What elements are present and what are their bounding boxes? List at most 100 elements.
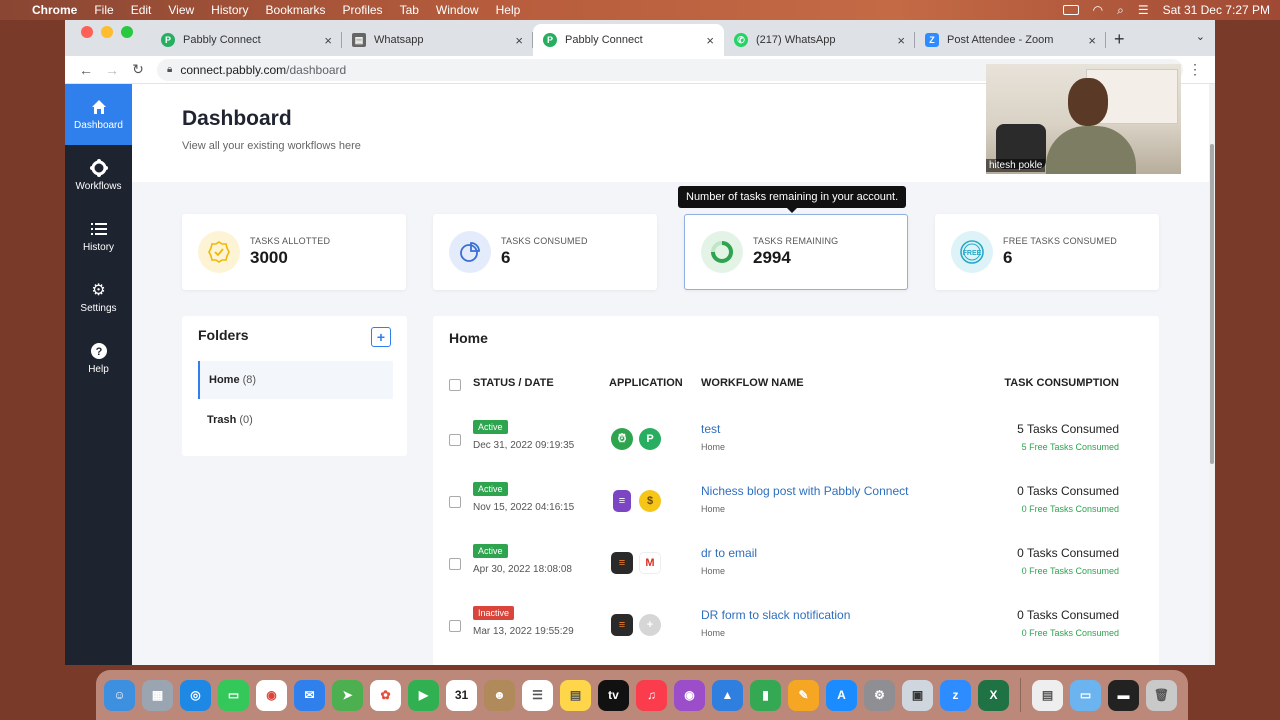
folder-item-trash[interactable]: Trash (0) bbox=[198, 401, 393, 439]
close-icon[interactable]: × bbox=[515, 33, 523, 48]
workflow-name-link[interactable]: Nichess blog post with Pabbly Connect bbox=[701, 484, 908, 498]
row-date: Apr 30, 2022 18:08:08 bbox=[473, 564, 572, 575]
page-scrollbar[interactable] bbox=[1209, 84, 1215, 665]
calendar-icon[interactable]: 31 bbox=[446, 679, 477, 711]
stat-card-tasks-remaining[interactable]: TASKS REMAINING 2994 bbox=[684, 214, 908, 290]
app-store-icon[interactable]: A bbox=[826, 679, 857, 711]
notes-icon[interactable]: ▤ bbox=[560, 679, 591, 711]
browser-window: P Pabbly Connect × ▤ Whatsapp × P Pabbly… bbox=[65, 20, 1215, 665]
browser-tab-pabbly-1[interactable]: P Pabbly Connect × bbox=[151, 24, 342, 56]
downloads-stack-icon[interactable]: ▤ bbox=[1032, 679, 1063, 711]
column-task-consumption: TASK CONSUMPTION bbox=[1004, 377, 1119, 389]
whatsapp-doc-icon: ▤ bbox=[352, 33, 366, 47]
browser-tab-whatsapp-doc[interactable]: ▤ Whatsapp × bbox=[342, 24, 533, 56]
maps-icon[interactable]: ➤ bbox=[332, 679, 363, 711]
finder-icon[interactable]: ☺ bbox=[104, 679, 135, 711]
system-preferences-icon[interactable]: ⚙ bbox=[864, 679, 895, 711]
minimize-window-button[interactable] bbox=[101, 26, 113, 38]
browser-tab-pabbly-active[interactable]: P Pabbly Connect × bbox=[533, 24, 724, 56]
status-badge: Active bbox=[473, 544, 508, 558]
screenshot-stack-icon[interactable]: ▬ bbox=[1108, 679, 1139, 711]
menu-clock[interactable]: Sat 31 Dec 7:27 PM bbox=[1163, 3, 1270, 17]
messages-icon[interactable]: ▭ bbox=[218, 679, 249, 711]
close-icon[interactable]: × bbox=[706, 33, 714, 48]
back-button[interactable]: ← bbox=[73, 62, 99, 78]
menu-help[interactable]: Help bbox=[496, 3, 521, 17]
menu-window[interactable]: Window bbox=[436, 3, 479, 17]
column-status-date: STATUS / DATE bbox=[473, 377, 554, 389]
svg-text:FREE: FREE bbox=[963, 250, 982, 257]
tab-title: Whatsapp bbox=[374, 34, 424, 46]
sidebar-item-history[interactable]: History bbox=[65, 206, 132, 267]
new-tab-button[interactable]: + bbox=[1106, 29, 1125, 56]
free-tasks-consumed: 0 Free Tasks Consumed bbox=[1021, 504, 1119, 514]
scrollbar-thumb[interactable] bbox=[1210, 144, 1214, 464]
podcasts-icon[interactable]: ◉ bbox=[674, 679, 705, 711]
row-checkbox[interactable] bbox=[449, 496, 461, 508]
browser-tab-zoom[interactable]: Z Post Attendee - Zoom × bbox=[915, 24, 1106, 56]
launchpad-icon[interactable]: ▦ bbox=[142, 679, 173, 711]
folder-item-home[interactable]: Home (8) bbox=[198, 361, 393, 399]
mail-icon[interactable]: ✉ bbox=[294, 679, 325, 711]
menu-profiles[interactable]: Profiles bbox=[343, 3, 383, 17]
chevron-down-icon[interactable]: ⌄ bbox=[1196, 30, 1205, 43]
keynote-icon[interactable]: ▲ bbox=[712, 679, 743, 711]
menu-edit[interactable]: Edit bbox=[131, 3, 152, 17]
pabbly-icon: P bbox=[543, 33, 557, 47]
apple-tv-icon[interactable]: tv bbox=[598, 679, 629, 711]
menu-view[interactable]: View bbox=[168, 3, 194, 17]
zoom-icon[interactable]: z bbox=[940, 679, 971, 711]
sidebar-item-label: Settings bbox=[80, 303, 117, 314]
close-window-button[interactable] bbox=[81, 26, 93, 38]
pabbly-icon: P bbox=[161, 33, 175, 47]
row-checkbox[interactable] bbox=[449, 558, 461, 570]
workflow-name-link[interactable]: dr to email bbox=[701, 546, 757, 560]
folder-icon[interactable]: ▭ bbox=[1070, 679, 1101, 711]
maximize-window-button[interactable] bbox=[121, 26, 133, 38]
reload-button[interactable]: ↻ bbox=[125, 61, 151, 78]
menu-app-name[interactable]: Chrome bbox=[32, 3, 77, 17]
menu-tab[interactable]: Tab bbox=[400, 3, 419, 17]
workflow-name-link[interactable]: test bbox=[701, 422, 720, 436]
excel-icon[interactable]: X bbox=[978, 679, 1009, 711]
sidebar-item-help[interactable]: ? Help bbox=[65, 328, 132, 389]
menu-file[interactable]: File bbox=[94, 3, 113, 17]
forward-button[interactable]: → bbox=[99, 62, 125, 78]
close-icon[interactable]: × bbox=[897, 33, 905, 48]
menu-history[interactable]: History bbox=[211, 3, 248, 17]
photos-icon[interactable]: ✿ bbox=[370, 679, 401, 711]
reminders-icon[interactable]: ☰ bbox=[522, 679, 553, 711]
close-icon[interactable]: × bbox=[324, 33, 332, 48]
search-icon[interactable]: ⌕ bbox=[1117, 3, 1124, 18]
preview-icon[interactable]: ▣ bbox=[902, 679, 933, 711]
workflows-icon bbox=[89, 159, 108, 177]
chrome-icon[interactable]: ◉ bbox=[256, 679, 287, 711]
alarm-clock-icon: ⏰︎ bbox=[611, 428, 633, 450]
music-icon[interactable]: ♫ bbox=[636, 679, 667, 711]
select-all-checkbox[interactable] bbox=[449, 379, 461, 391]
free-tasks-consumed: 5 Free Tasks Consumed bbox=[1021, 442, 1119, 452]
app-sidebar: Dashboard Workflows History ⚙ Settings ?… bbox=[65, 84, 132, 665]
trash-icon[interactable]: 🗑︎ bbox=[1146, 679, 1177, 711]
numbers-icon[interactable]: ▮ bbox=[750, 679, 781, 711]
sidebar-item-dashboard[interactable]: Dashboard bbox=[65, 84, 132, 145]
workflow-name-link[interactable]: DR form to slack notification bbox=[701, 608, 850, 622]
add-folder-button[interactable]: + bbox=[371, 327, 391, 347]
contacts-icon[interactable]: ☻ bbox=[484, 679, 515, 711]
sidebar-item-settings[interactable]: ⚙ Settings bbox=[65, 267, 132, 328]
battery-icon[interactable] bbox=[1062, 5, 1079, 15]
menu-bookmarks[interactable]: Bookmarks bbox=[266, 3, 326, 17]
row-checkbox[interactable] bbox=[449, 620, 461, 632]
close-icon[interactable]: × bbox=[1088, 33, 1096, 48]
facetime-icon[interactable]: ▶ bbox=[408, 679, 439, 711]
wifi-icon[interactable]: ◠ bbox=[1093, 3, 1103, 17]
help-icon: ? bbox=[90, 342, 108, 360]
safari-icon[interactable]: ◎ bbox=[180, 679, 211, 711]
row-checkbox[interactable] bbox=[449, 434, 461, 446]
sidebar-item-workflows[interactable]: Workflows bbox=[65, 145, 132, 206]
browser-tab-whatsapp[interactable]: ✆ (217) WhatsApp × bbox=[724, 24, 915, 56]
browser-menu-icon[interactable]: ⋮ bbox=[1183, 61, 1207, 78]
control-center-icon[interactable]: ☰ bbox=[1138, 3, 1149, 17]
pages-icon[interactable]: ✎ bbox=[788, 679, 819, 711]
lock-icon[interactable]: 🔒︎ bbox=[167, 64, 172, 75]
